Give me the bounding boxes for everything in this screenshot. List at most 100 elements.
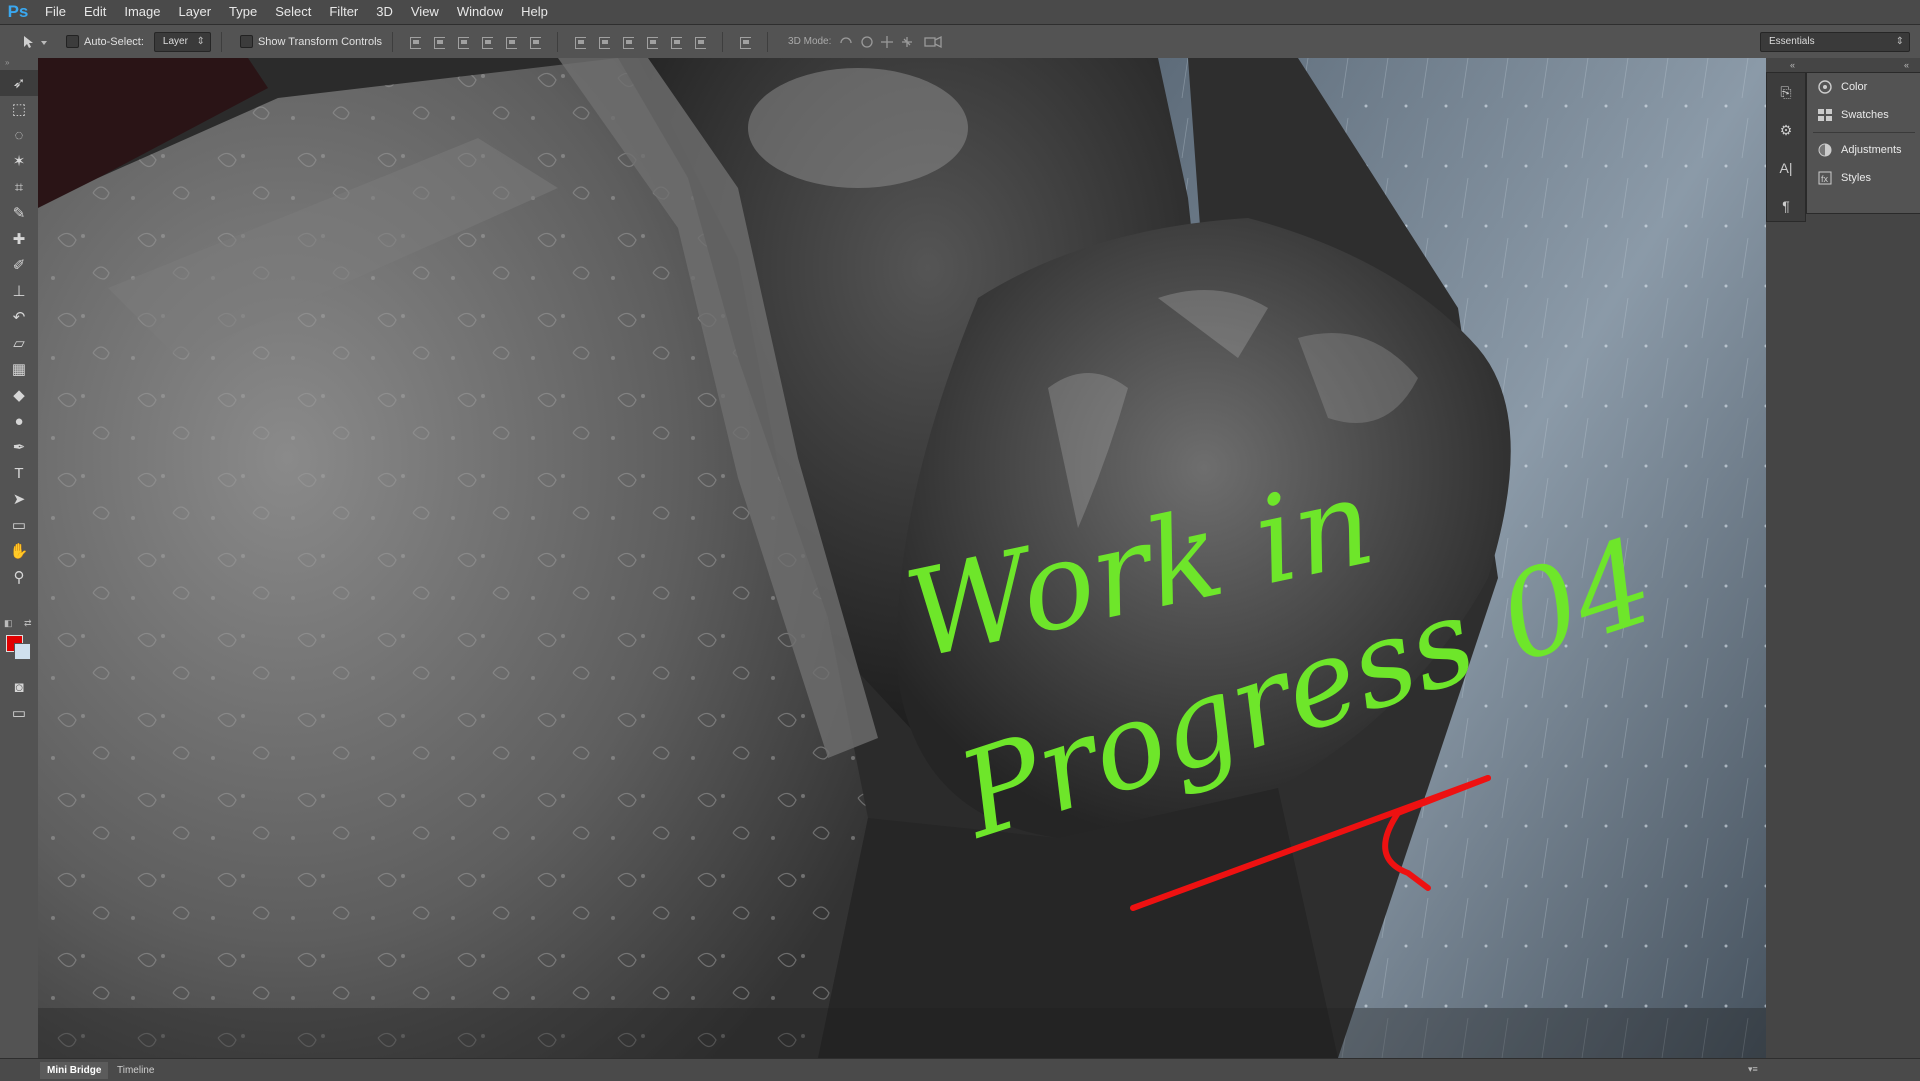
hand-icon: ✋ <box>9 543 29 560</box>
hand-tool[interactable]: ✋ <box>0 538 38 564</box>
divider <box>767 31 769 52</box>
screen-mode-button[interactable]: ▭ <box>0 700 38 726</box>
quick-mask-icon: ◙ <box>14 678 24 696</box>
distribute-hcenter-icon[interactable] <box>669 35 683 49</box>
3d-pan-icon <box>881 35 894 48</box>
distribute-right-icon[interactable] <box>693 35 707 49</box>
eyedropper-tool[interactable]: ✎ <box>0 200 38 226</box>
3d-slide-icon <box>902 36 913 47</box>
panel-adjustments[interactable]: Adjustments <box>1807 136 1920 164</box>
show-transform-checkbox[interactable] <box>239 35 253 48</box>
zoom-tool[interactable]: ⚲ <box>0 564 38 590</box>
panel-group: Color Swatches Adjustments fx Styles <box>1806 72 1920 214</box>
menu-type[interactable]: Type <box>220 0 266 24</box>
history-brush-tool[interactable]: ↶ <box>0 304 38 330</box>
align-bottom-icon[interactable] <box>456 35 470 49</box>
collapse-dock-icon[interactable]: « <box>1790 60 1795 70</box>
3d-mode-icons[interactable] <box>837 34 947 50</box>
options-bar: Auto-Select: Layer Show Transform Contro… <box>0 25 1920 59</box>
auto-align-icon[interactable] <box>738 35 752 49</box>
character-icon[interactable]: A| <box>1767 149 1805 187</box>
menu-select[interactable]: Select <box>266 0 320 24</box>
distribute-top-icon[interactable] <box>573 35 587 49</box>
menu-edit[interactable]: Edit <box>75 0 115 24</box>
history-icon[interactable]: ⎘ <box>1767 73 1805 111</box>
3d-roll-icon <box>861 35 874 48</box>
blur-tool[interactable]: ◆ <box>0 382 38 408</box>
3d-scale-icon <box>924 36 937 47</box>
pen-icon: ✒ <box>12 439 26 456</box>
expand-dock-icon[interactable]: « <box>1904 60 1909 70</box>
align-vcenter-icon[interactable] <box>432 35 446 49</box>
3d-rotate-icon <box>840 36 853 43</box>
menu-filter[interactable]: Filter <box>320 0 367 24</box>
drop-icon: ◆ <box>13 387 25 404</box>
auto-select-checkbox[interactable] <box>66 35 79 48</box>
properties-icon[interactable]: ⚙ <box>1767 111 1805 149</box>
stamp-icon: ⊥ <box>12 283 26 300</box>
document-canvas[interactable]: Work in Progress 04 <box>38 58 1766 1058</box>
paragraph-icon[interactable]: ¶ <box>1767 187 1805 225</box>
menu-layer[interactable]: Layer <box>170 0 221 24</box>
align-hcenter-icon[interactable] <box>504 35 518 49</box>
dodge-icon: ● <box>14 412 24 430</box>
gradient-icon: ▦ <box>11 361 27 378</box>
shape-tool[interactable]: ▭ <box>0 512 38 538</box>
default-colors-icon[interactable]: ◧ <box>4 618 13 629</box>
brush-tool[interactable]: ✐ <box>0 252 38 278</box>
distribute-vcenter-icon[interactable] <box>597 35 611 49</box>
menu-view[interactable]: View <box>402 0 448 24</box>
eyedropper-icon: ✎ <box>12 205 26 222</box>
panel-menu-icon[interactable]: ▾≡ <box>1748 1064 1758 1075</box>
marquee-icon: ⬚ <box>11 101 27 118</box>
bottom-panel-bar: Mini Bridge Timeline ▾≡ <box>0 1058 1920 1081</box>
auto-select-dropdown[interactable]: Layer <box>153 31 211 52</box>
menu-file[interactable]: File <box>36 0 75 24</box>
path-selection-tool[interactable]: ➤ <box>0 486 38 512</box>
menu-image[interactable]: Image <box>115 0 169 24</box>
menu-3d[interactable]: 3D <box>367 0 402 24</box>
eraser-tool[interactable]: ▱ <box>0 330 38 356</box>
tab-timeline[interactable]: Timeline <box>110 1062 161 1079</box>
magic-wand-tool[interactable]: ✶ <box>0 148 38 174</box>
lasso-tool[interactable]: ◌ <box>0 122 38 148</box>
panel-swatches-label: Swatches <box>1841 109 1889 121</box>
quick-mask-button[interactable]: ◙ <box>0 674 38 700</box>
gradient-tool[interactable]: ▦ <box>0 356 38 382</box>
background-color-swatch[interactable] <box>14 643 31 660</box>
panel-color[interactable]: Color <box>1807 73 1920 101</box>
healing-brush-tool[interactable]: ✚ <box>0 226 38 252</box>
align-right-icon[interactable] <box>528 35 542 49</box>
menu-help[interactable]: Help <box>512 0 557 24</box>
crop-tool[interactable]: ⌗ <box>0 174 38 200</box>
auto-select-label: Auto-Select: <box>84 35 144 48</box>
menu-window[interactable]: Window <box>448 0 512 24</box>
swatches-icon <box>1818 109 1832 121</box>
panel-swatches[interactable]: Swatches <box>1807 101 1920 129</box>
align-top-icon[interactable] <box>408 35 422 49</box>
tools-panel: » ➶ ⬚ ◌ ✶ ⌗ ✎ ✚ ✐ ⊥ ↶ ▱ ▦ ◆ ● ✒ T ➤ ▭ ✋ ⚲ ◧ ⇄ ◙ ▭ <box>0 58 39 728</box>
move-tool[interactable]: ➶ <box>0 70 38 96</box>
panel-styles-label: Styles <box>1841 172 1871 184</box>
rectangle-icon: ▭ <box>11 517 27 534</box>
show-transform-label: Show Transform Controls <box>257 35 383 48</box>
distribute-left-icon[interactable] <box>645 35 659 49</box>
swap-colors-icon[interactable]: ⇄ <box>24 618 32 629</box>
workspace-switcher[interactable]: Essentials <box>1760 32 1910 52</box>
tab-mini-bridge[interactable]: Mini Bridge <box>40 1062 109 1079</box>
type-tool[interactable]: T <box>0 460 38 486</box>
marquee-tool[interactable]: ⬚ <box>0 96 38 122</box>
distribute-bottom-icon[interactable] <box>621 35 635 49</box>
clone-stamp-tool[interactable]: ⊥ <box>0 278 38 304</box>
tool-preset-picker[interactable] <box>14 30 58 54</box>
divider <box>220 31 222 52</box>
move-icon: ➶ <box>12 75 26 92</box>
panel-styles[interactable]: fx Styles <box>1807 164 1920 192</box>
history-brush-icon: ↶ <box>12 309 26 326</box>
collapse-toolbar-icon[interactable]: » <box>0 58 38 70</box>
align-left-icon[interactable] <box>480 35 494 49</box>
artwork: Work in Progress 04 <box>38 58 1766 1058</box>
dodge-tool[interactable]: ● <box>0 408 38 434</box>
menu-bar: Ps File Edit Image Layer Type Select Fil… <box>0 0 1920 25</box>
pen-tool[interactable]: ✒ <box>0 434 38 460</box>
